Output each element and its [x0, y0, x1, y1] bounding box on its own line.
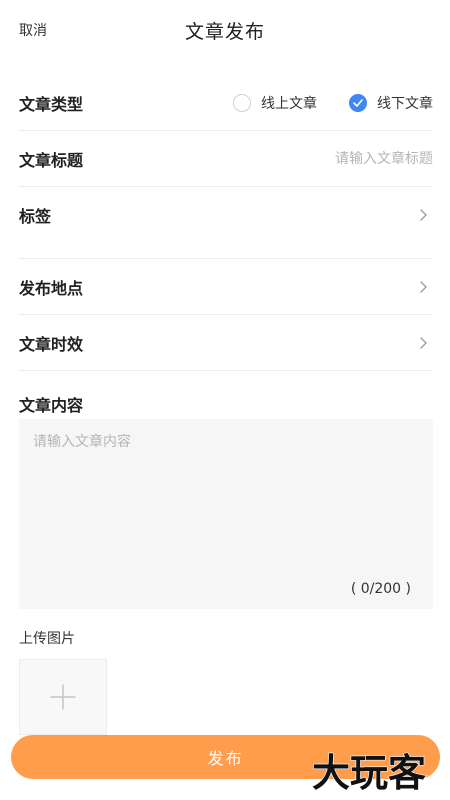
logo-text: 大玩客	[312, 751, 426, 795]
upload-image-label: 上传图片	[19, 631, 75, 647]
radio-offline-article[interactable]: 线下文章	[349, 93, 433, 113]
character-counter: ( 0/200 )	[350, 581, 411, 597]
radio-offline-label: 线下文章	[377, 95, 433, 112]
radio-unchecked-icon	[233, 93, 251, 112]
chevron-right-icon	[420, 209, 427, 221]
article-type-radio-group: 线上文章 线下文章	[233, 93, 433, 113]
article-title-label: 文章标题	[19, 150, 84, 170]
tags-label: 标签	[19, 207, 52, 226]
plus-icon	[50, 684, 76, 710]
article-content-textarea[interactable]	[19, 419, 433, 569]
article-title-row: 文章标题	[19, 131, 433, 187]
radio-online-label: 线上文章	[261, 95, 317, 112]
article-content-box: ( 0/200 )	[19, 419, 433, 609]
article-timeliness-row[interactable]: 文章时效	[19, 315, 433, 371]
tags-row[interactable]: 标签	[19, 187, 433, 259]
chevron-right-icon	[420, 336, 427, 349]
chevron-right-icon	[420, 280, 427, 293]
article-timeliness-label: 文章时效	[19, 334, 84, 354]
article-title-input[interactable]	[213, 150, 433, 167]
publish-button-label: 发布	[207, 749, 244, 768]
radio-online-article[interactable]: 线上文章	[233, 93, 317, 113]
page-title: 文章发布	[184, 21, 265, 43]
dawanke-logo-watermark: 大玩客	[312, 750, 427, 795]
check-icon	[349, 93, 367, 112]
upload-image-button[interactable]	[19, 659, 107, 735]
article-content-label: 文章内容	[19, 396, 84, 415]
article-type-row: 文章类型 线上文章 线下文章	[19, 75, 433, 131]
header: 取消 文章发布	[0, 0, 450, 60]
article-type-label: 文章类型	[19, 94, 84, 114]
publish-location-row[interactable]: 发布地点	[19, 259, 433, 315]
publish-location-label: 发布地点	[19, 278, 84, 298]
